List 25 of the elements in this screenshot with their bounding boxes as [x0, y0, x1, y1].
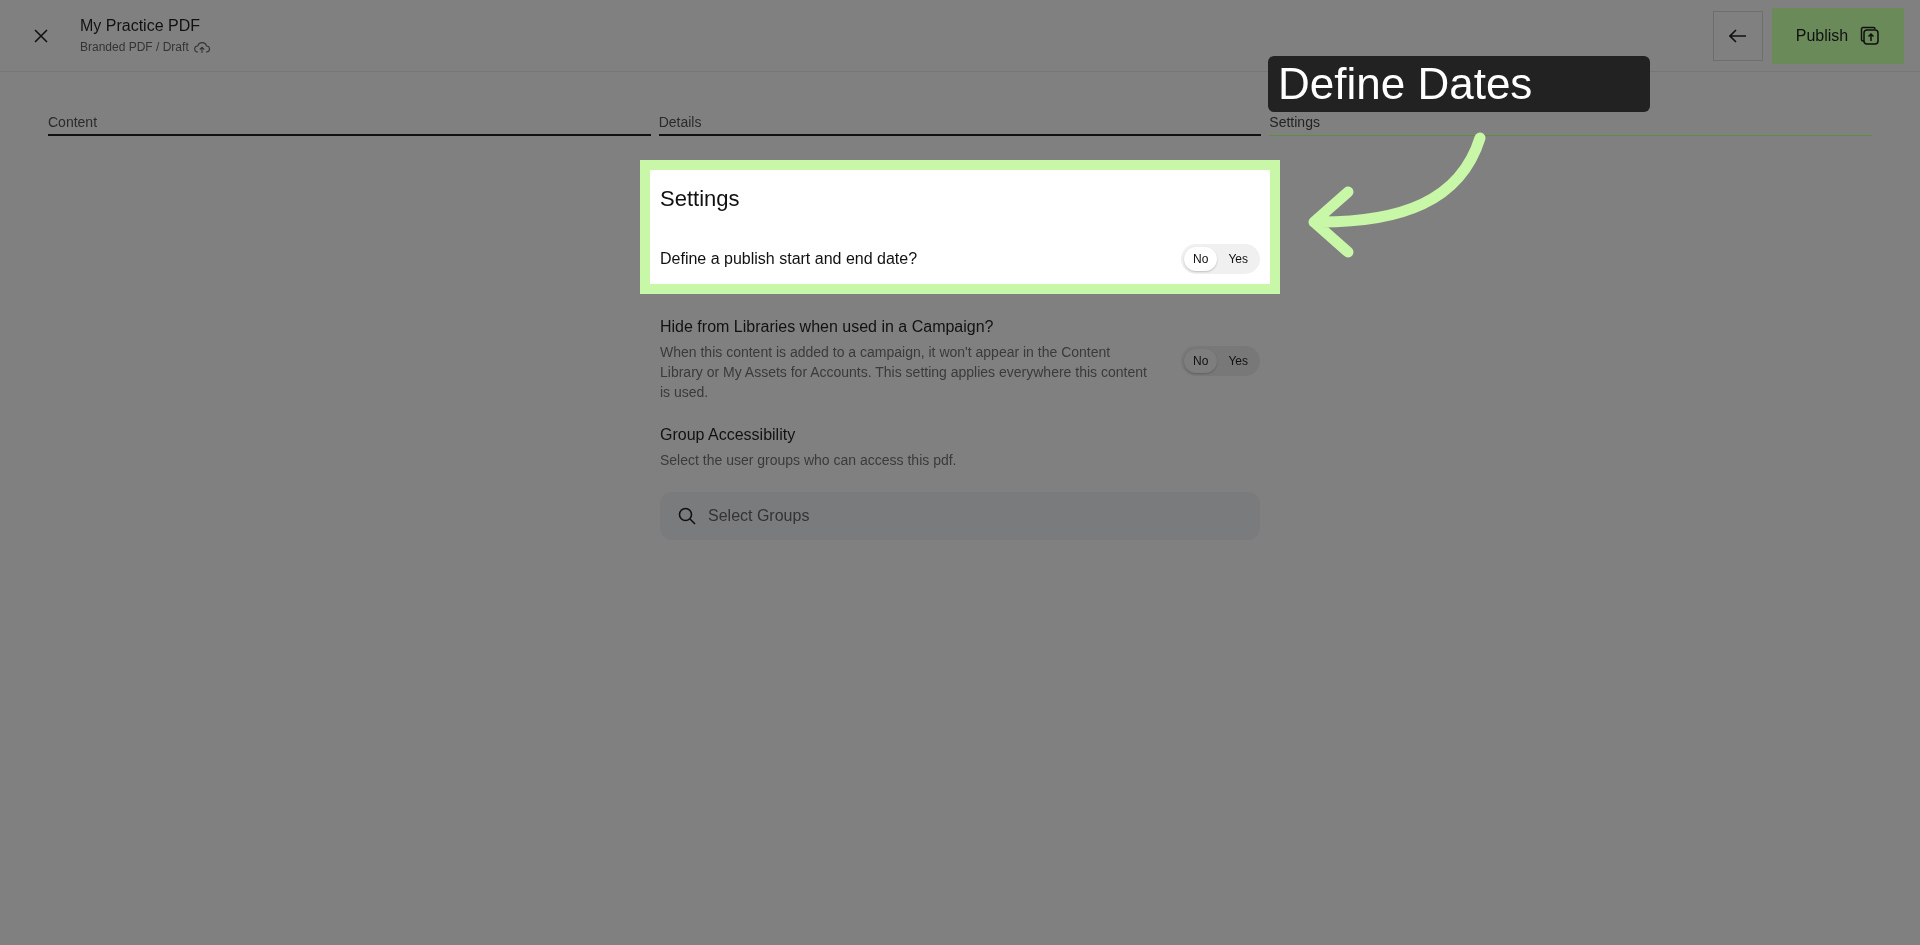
- toggle-option[interactable]: No: [1184, 349, 1218, 373]
- section-title: Settings: [660, 186, 741, 212]
- cloud-upload-icon: [193, 40, 210, 54]
- yes-no-toggle[interactable]: No Yes: [1181, 244, 1260, 274]
- document-title: My Practice PDF: [80, 17, 201, 35]
- toggle-option[interactable]: No: [1184, 247, 1218, 271]
- setting-description: When this content is added to a campaign, it won't appear in the Content Library or My Assets for Accounts. This setting applies everywhere this content is used.: [660, 343, 1148, 402]
- arrow-left-icon: [1729, 28, 1747, 43]
- close-icon[interactable]: [34, 28, 48, 43]
- setting-label: Hide from Libraries when used in a Campaign?: [660, 318, 995, 336]
- tab[interactable]: Content: [48, 114, 651, 136]
- tab[interactable]: Settings: [1269, 114, 1872, 136]
- callout-tooltip: Define Dates: [1268, 56, 1650, 112]
- setting-label: Define a publish start and end date?: [660, 250, 918, 268]
- setting-description: Select the user groups who can access this pdf.: [660, 451, 957, 470]
- share-icon: [1860, 25, 1881, 46]
- breadcrumb: Branded PDF / Draft: [80, 40, 189, 54]
- back-button[interactable]: [1713, 10, 1763, 61]
- toggle-option[interactable]: Yes: [1219, 247, 1257, 271]
- setting-label: Group Accessibility: [660, 426, 796, 444]
- search-field[interactable]: Select Groups: [660, 492, 1260, 540]
- yes-no-toggle[interactable]: No Yes: [1181, 346, 1260, 376]
- publish-button[interactable]: Publish: [1772, 7, 1904, 64]
- tab[interactable]: Details: [658, 114, 1262, 136]
- toggle-option[interactable]: Yes: [1219, 349, 1257, 373]
